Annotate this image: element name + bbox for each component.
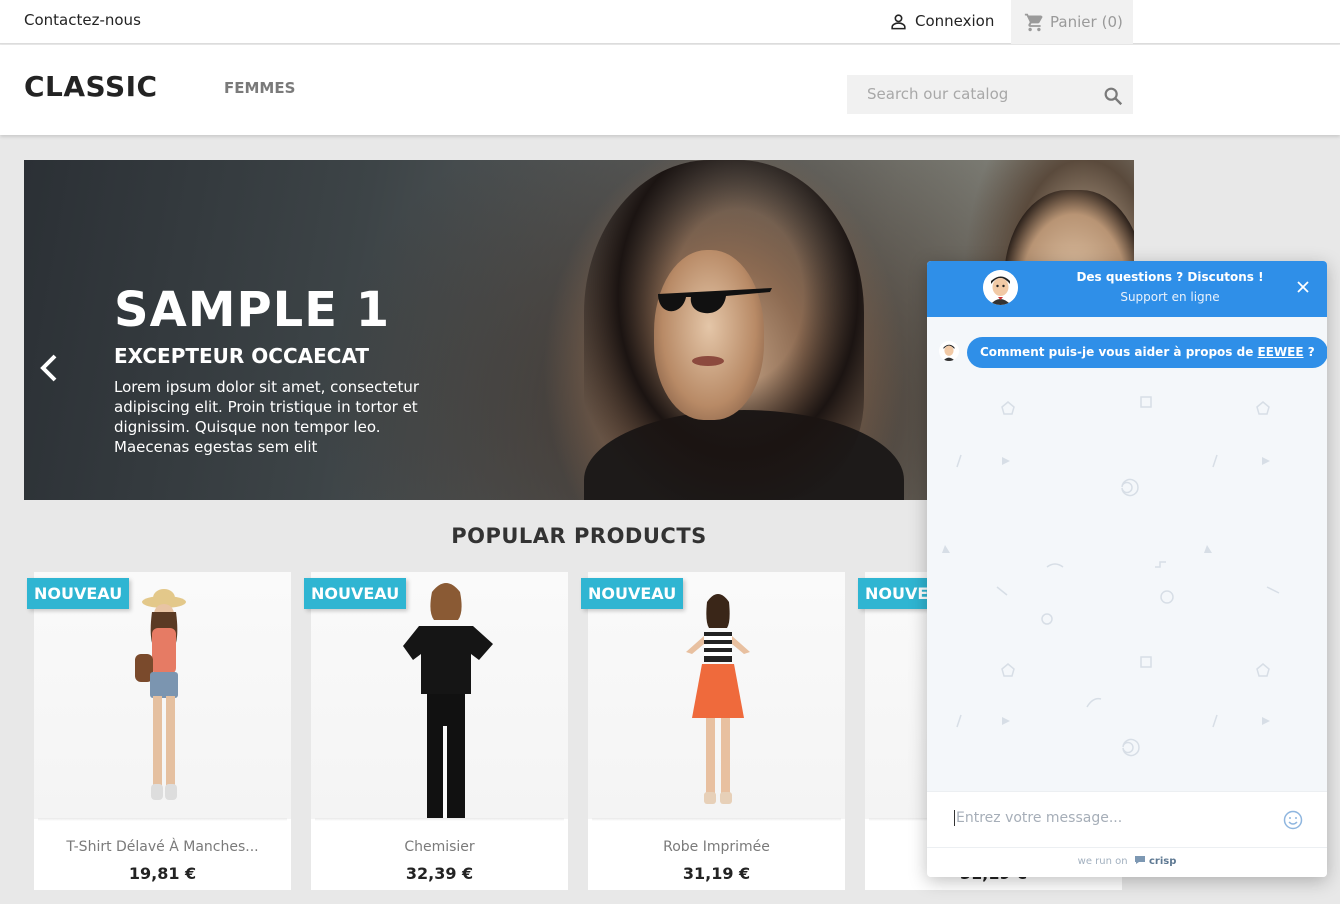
contact-link[interactable]: Contactez-nous [24,11,141,29]
chat-title: Des questions ? Discutons ! [1076,270,1264,284]
top-nav: Contactez-nous Connexion Panier (0) [0,0,1340,44]
agent-avatar [983,270,1018,305]
product-price: 19,81 € [128,864,197,883]
product-name[interactable]: T-Shirt Délavé À Manches... [34,839,291,855]
menu-item-femmes[interactable]: FEMMES [224,79,295,97]
chat-bubble-icon [1134,856,1145,864]
user-icon [891,13,906,29]
product-photo-model [403,583,493,819]
product-card[interactable]: Robe Imprimée 31,19 € [588,572,845,890]
site-header: CLASSIC FEMMES [0,45,1340,135]
product-image[interactable] [34,572,291,819]
search-input[interactable] [867,85,1087,103]
chat-widget[interactable]: Des questions ? Discutons ! Support en l… [927,261,1327,877]
banner-description: Lorem ipsum dolor sit amet, consectetur … [114,378,420,456]
close-icon[interactable] [1295,279,1311,295]
product-card[interactable]: T-Shirt Délavé À Manches... 19,81 € [34,572,291,890]
product-price: 32,39 € [405,864,474,883]
crisp-brand: crisp [1148,856,1177,867]
message-link[interactable]: EEWEE [1258,345,1304,359]
agent-message: Comment puis-je vous aider à propos de E… [967,337,1327,368]
new-badge: NOUVEAU [304,578,407,609]
chat-messages: Comment puis-je vous aider à propos de E… [927,317,1327,791]
login-link[interactable]: Connexion [889,9,994,33]
cart-count: (0) [1101,13,1123,31]
chat-powered-by[interactable]: we run on crisp [927,847,1327,877]
chat-message-input[interactable] [954,810,1254,826]
site-logo[interactable]: CLASSIC [24,70,158,103]
new-badge: NOUVEAU [581,578,684,609]
message-text: Comment puis-je vous aider à propos de [980,345,1258,359]
chevron-left-icon[interactable] [38,353,60,383]
search-icon[interactable] [1102,85,1124,107]
message-suffix: ? [1303,345,1315,359]
powered-by-text: we run on [1077,856,1128,867]
divider [38,818,287,821]
banner-photo-face [654,250,764,420]
product-image[interactable] [588,572,845,819]
chat-composer [927,791,1327,847]
banner-photo-lips [692,356,724,366]
banner-photo-sunglasses [658,288,772,314]
product-photo-model [135,589,186,800]
product-image[interactable] [311,572,568,819]
product-name[interactable]: Chemisier [311,839,568,855]
product-card[interactable]: Chemisier 32,39 € [311,572,568,890]
banner-title: SAMPLE 1 [114,282,391,338]
divider [315,818,564,821]
product-photo-model [686,594,750,804]
product-price: 31,19 € [682,864,751,883]
new-badge: NOUVEAU [27,578,130,609]
banner-subtitle: EXCEPTEUR OCCAECAT [114,344,370,368]
smiley-icon[interactable] [1283,810,1303,830]
cart-icon [1024,13,1043,31]
divider [592,818,841,821]
login-label: Connexion [915,12,995,30]
chat-status: Support en ligne [1120,290,1220,304]
product-name[interactable]: Robe Imprimée [588,839,845,855]
chat-background-pattern [942,353,1313,757]
search-box [847,75,1133,114]
cart-button[interactable]: Panier (0) [1011,0,1133,44]
agent-avatar-small [939,341,959,361]
cart-label: Panier [1050,13,1097,31]
chat-header: Des questions ? Discutons ! Support en l… [927,261,1327,317]
